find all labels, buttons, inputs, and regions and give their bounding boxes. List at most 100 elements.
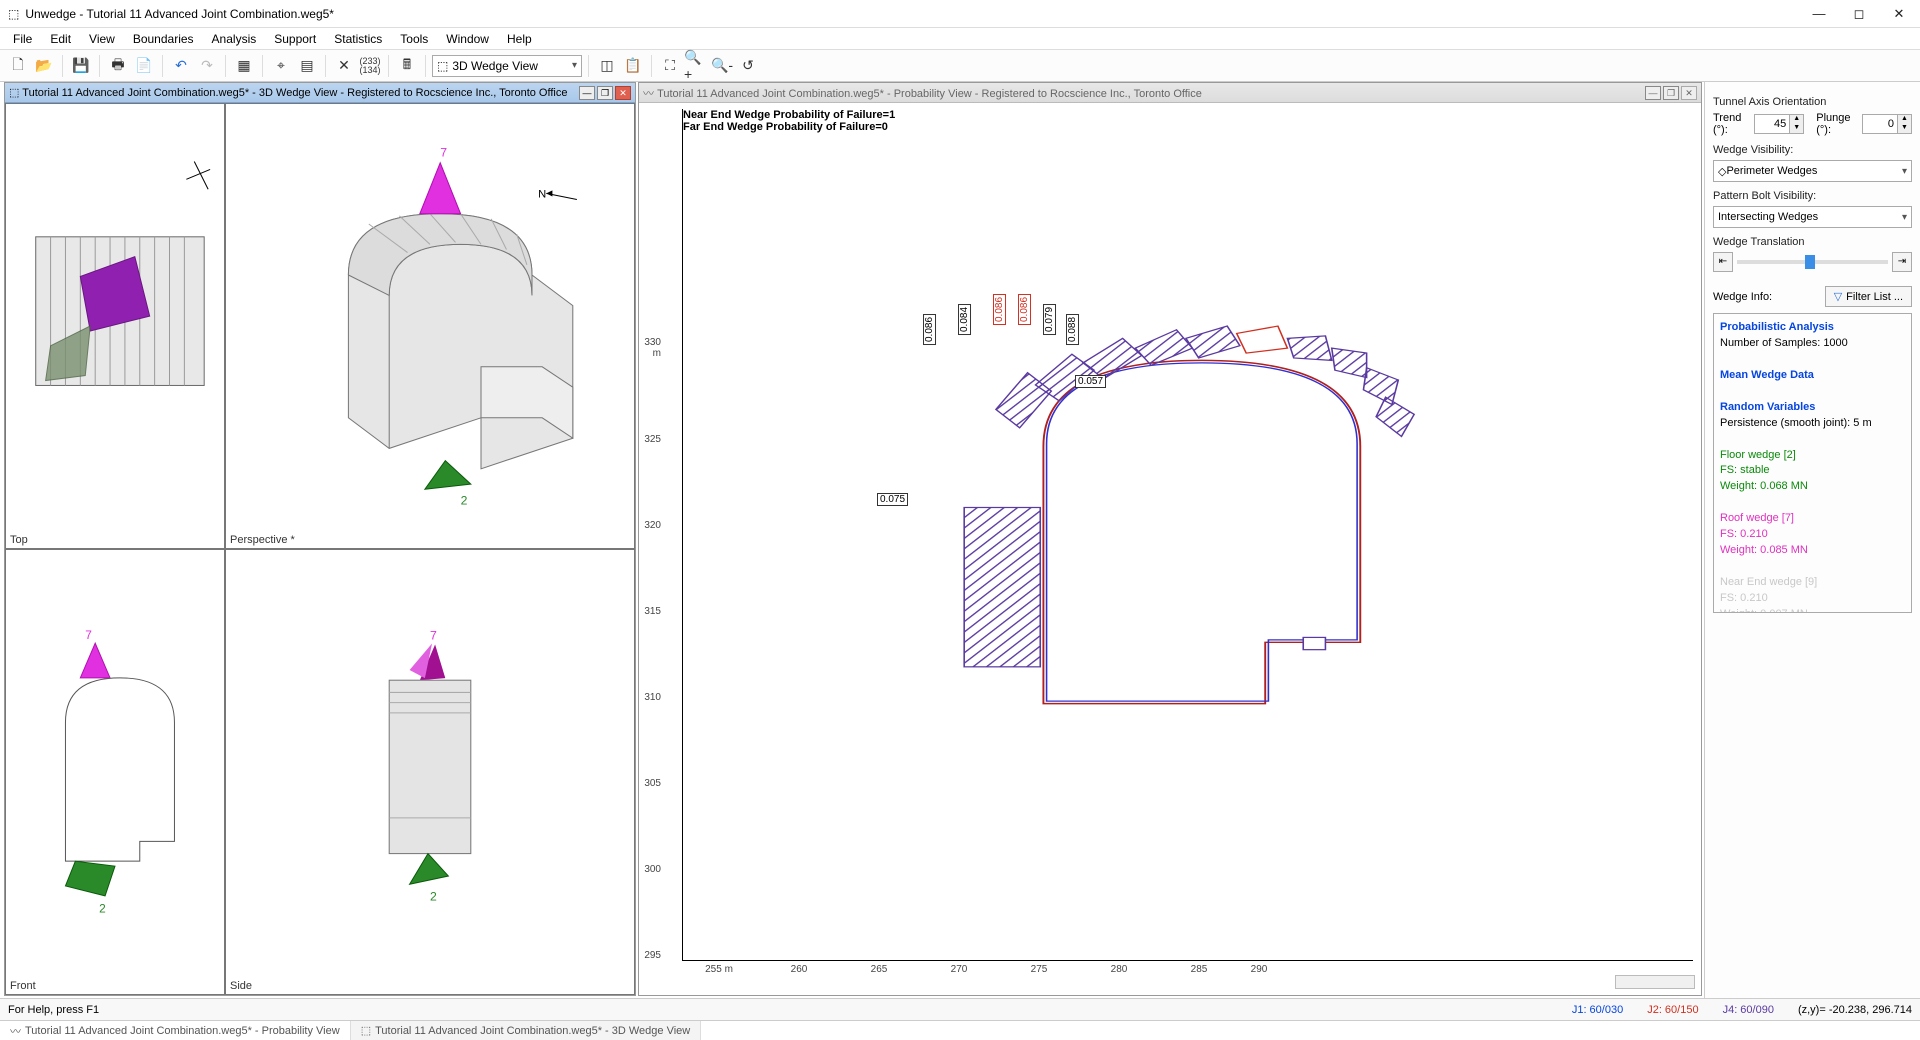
translation-label: Wedge Translation — [1713, 236, 1912, 248]
svg-text:7: 7 — [440, 146, 447, 160]
menu-tools[interactable]: Tools — [393, 30, 435, 48]
menu-support[interactable]: Support — [267, 30, 323, 48]
document-tabs: 〰Tutorial 11 Advanced Joint Combination.… — [0, 1020, 1920, 1040]
maximize-button[interactable]: ◻ — [1846, 6, 1872, 22]
wedge-label: 0.075 — [877, 493, 908, 506]
y-tick: 320 — [639, 520, 661, 531]
menu-help[interactable]: Help — [500, 30, 539, 48]
pane-close-button[interactable]: ✕ — [615, 86, 631, 100]
x-tick: 260 — [791, 964, 808, 975]
select-icon[interactable]: ⌖ — [269, 54, 293, 78]
joints-icon[interactable]: ✕ — [332, 54, 356, 78]
pane-restore-button[interactable]: ❐ — [1663, 86, 1679, 100]
stats-icon[interactable]: (233)(134) — [358, 54, 382, 78]
y-tick: 330 m — [639, 337, 661, 359]
x-tick: 270 — [951, 964, 968, 975]
main-toolbar: 🗋 📂 💾 🖶 📄 ↶ ↷ ▦ ⌖ ▤ ✕ (233)(134) 🖩 ⬚3D W… — [0, 50, 1920, 82]
viewport-top[interactable]: Top — [5, 103, 225, 549]
trend-spinner[interactable]: ▲▼ — [1754, 114, 1804, 134]
print-icon[interactable]: 🖶 — [106, 54, 130, 78]
pane-restore-button[interactable]: ❐ — [597, 86, 613, 100]
menu-bar: File Edit View Boundaries Analysis Suppo… — [0, 28, 1920, 50]
undo-icon[interactable]: ↶ — [169, 54, 193, 78]
trend-label: Trend (°): — [1713, 112, 1748, 136]
pane-close-button[interactable]: ✕ — [1681, 86, 1697, 100]
bolt-visibility-dropdown[interactable]: Intersecting Wedges — [1713, 206, 1912, 228]
open-file-icon[interactable]: 📂 — [32, 54, 56, 78]
wedge-visibility-dropdown[interactable]: ◇ Perimeter Wedges — [1713, 160, 1912, 182]
probability-icon: 〰 — [643, 88, 654, 100]
menu-analysis[interactable]: Analysis — [205, 30, 264, 48]
hscroll-stub[interactable] — [1615, 975, 1695, 989]
calc-icon[interactable]: 🖩 — [395, 54, 419, 78]
zoom-in-icon[interactable]: 🔍+ — [684, 54, 708, 78]
filter-list-button[interactable]: ▽Filter List ... — [1825, 286, 1912, 307]
view-3d-icon: ⬚ — [361, 1024, 371, 1037]
menu-boundaries[interactable]: Boundaries — [126, 30, 201, 48]
viewport-front[interactable]: 7 2 Front — [5, 549, 225, 995]
pane-minimize-button[interactable]: — — [1645, 86, 1661, 100]
translation-slider[interactable] — [1737, 260, 1888, 264]
save-icon[interactable]: 💾 — [69, 54, 93, 78]
bolt-vis-label: Pattern Bolt Visibility: — [1713, 190, 1912, 202]
x-tick: 285 — [1191, 964, 1208, 975]
view-3d-icon: ⬚ — [9, 87, 19, 99]
y-tick: 300 — [639, 864, 661, 875]
menu-view[interactable]: View — [82, 30, 122, 48]
svg-text:2: 2 — [430, 890, 437, 904]
probability-canvas[interactable]: Near End Wedge Probability of Failure=1 … — [639, 103, 1701, 995]
svg-text:2: 2 — [99, 902, 106, 916]
menu-file[interactable]: File — [6, 30, 39, 48]
viewport-perspective[interactable]: 7 2 N Perspective * — [225, 103, 635, 549]
left-pane-header[interactable]: ⬚ Tutorial 11 Advanced Joint Combination… — [5, 83, 635, 103]
translation-max-button[interactable]: ⇥ — [1892, 252, 1912, 272]
y-tick: 310 — [639, 692, 661, 703]
redo-icon[interactable]: ↷ — [195, 54, 219, 78]
doc-tab-probability[interactable]: 〰Tutorial 11 Advanced Joint Combination.… — [0, 1021, 351, 1040]
x-tick: 255 m — [705, 964, 733, 975]
mid-pane-header[interactable]: 〰 Tutorial 11 Advanced Joint Combination… — [639, 83, 1701, 103]
wedge-vis-label: Wedge Visibility: — [1713, 144, 1912, 156]
close-button[interactable]: ✕ — [1886, 6, 1912, 22]
app-title: Unwedge - Tutorial 11 Advanced Joint Com… — [25, 7, 334, 21]
window-layout-icon[interactable]: ◫ — [595, 54, 619, 78]
app-icon: ⬚ — [8, 7, 19, 21]
status-coord: (z,y)= -20.238, 296.714 — [1798, 1004, 1912, 1016]
zoom-out-icon[interactable]: 🔍- — [710, 54, 734, 78]
print-preview-icon[interactable]: 📄 — [132, 54, 156, 78]
svg-text:7: 7 — [85, 628, 92, 642]
menu-statistics[interactable]: Statistics — [327, 30, 389, 48]
menu-edit[interactable]: Edit — [43, 30, 78, 48]
svg-text:N: N — [538, 188, 546, 200]
zoom-reset-icon[interactable]: ↺ — [736, 54, 760, 78]
grid-icon[interactable]: ▦ — [232, 54, 256, 78]
properties-icon[interactable]: ▤ — [295, 54, 319, 78]
status-j2: J2: 60/150 — [1647, 1004, 1698, 1016]
wedge-label: 0.079 — [1043, 304, 1056, 335]
wedge-info-label: Wedge Info: — [1713, 291, 1772, 303]
viewport-side[interactable]: 7 2 Side — [225, 549, 635, 995]
svg-text:2: 2 — [461, 493, 468, 507]
doc-tab-3dview[interactable]: ⬚Tutorial 11 Advanced Joint Combination.… — [351, 1021, 702, 1040]
new-file-icon[interactable]: 🗋 — [6, 54, 30, 78]
wedge-label: 0.057 — [1075, 375, 1106, 388]
minimize-button[interactable]: — — [1806, 6, 1832, 22]
x-tick: 290 — [1251, 964, 1268, 975]
y-tick: 305 — [639, 778, 661, 789]
copy-view-icon[interactable]: 📋 — [621, 54, 645, 78]
plunge-spinner[interactable]: ▲▼ — [1862, 114, 1912, 134]
pane-minimize-button[interactable]: — — [579, 86, 595, 100]
view-selector[interactable]: ⬚3D Wedge View — [432, 55, 582, 77]
x-tick: 280 — [1111, 964, 1128, 975]
wedge-label: 0.084 — [958, 304, 971, 335]
menu-window[interactable]: Window — [439, 30, 496, 48]
y-tick: 315 — [639, 606, 661, 617]
wedge-label: 0.086 — [993, 294, 1006, 325]
fullscreen-icon[interactable]: ⛶ — [658, 54, 682, 78]
wedge-label: 0.086 — [923, 314, 936, 345]
wedge-label: 0.088 — [1066, 314, 1079, 345]
axis-heading: Tunnel Axis Orientation — [1713, 96, 1912, 108]
svg-text:7: 7 — [430, 628, 437, 642]
translation-min-button[interactable]: ⇤ — [1713, 252, 1733, 272]
viewport-side-label: Side — [230, 980, 252, 992]
